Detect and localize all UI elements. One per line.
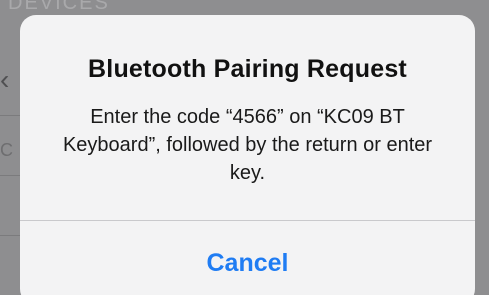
pairing-alert-dialog: Bluetooth Pairing Request Enter the code… — [20, 15, 475, 295]
alert-title: Bluetooth Pairing Request — [88, 55, 407, 83]
background-section-header: DEVICES — [8, 0, 110, 14]
alert-message: Enter the code “4566” on “KC09 BT Keyboa… — [62, 106, 433, 184]
cancel-button[interactable]: Cancel — [20, 221, 475, 295]
back-chevron-icon: ‹ — [0, 64, 10, 95]
background-row-fragment: C — [0, 140, 13, 160]
